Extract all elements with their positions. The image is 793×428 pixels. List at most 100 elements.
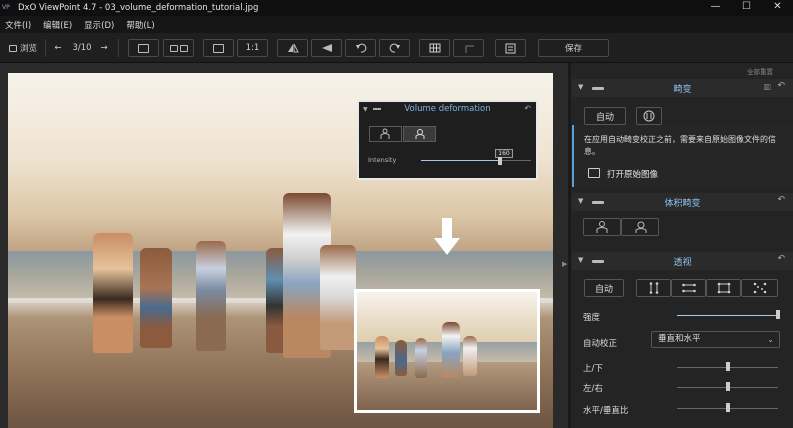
- spherical-deformation-button[interactable]: [403, 126, 436, 142]
- perspective-section-header[interactable]: ▼ 透视 ↶: [572, 252, 793, 270]
- image-counter: 3/10: [72, 43, 92, 53]
- panel-scrollbar[interactable]: [568, 63, 571, 428]
- vertical-lines-icon: [649, 282, 658, 294]
- browse-button[interactable]: 浏览: [5, 39, 41, 57]
- compare-icon: [138, 43, 149, 53]
- lens-icon: [643, 110, 655, 122]
- corrected-preview-inset: [354, 289, 540, 413]
- rotate-right-icon: [389, 43, 400, 53]
- open-original-link[interactable]: 打开原始图像: [607, 168, 658, 180]
- menu-bar: 文件(I) 编辑(E) 显示(D) 帮助(L): [0, 16, 793, 33]
- distortion-info-text: 在应用自动畸变校正之前，需要来自原始图像文件的信息。: [584, 135, 776, 156]
- intensity-slider-thumb[interactable]: [498, 157, 503, 165]
- strength-slider-thumb[interactable]: [776, 310, 780, 319]
- horizontal-lines-button[interactable]: [671, 279, 706, 297]
- window-title: DxO ViewPoint 4.7 - 03_volume_deformatio…: [18, 3, 259, 13]
- hv-ratio-slider-thumb[interactable]: [725, 403, 730, 412]
- perspective-auto-button[interactable]: 自动: [584, 279, 624, 297]
- next-image-button[interactable]: →: [97, 39, 111, 57]
- split-view-icon: [169, 44, 178, 52]
- lens-auto-button[interactable]: [636, 107, 662, 125]
- left-right-slider-thumb[interactable]: [725, 382, 730, 391]
- eight-points-icon: [753, 282, 766, 294]
- strength-slider[interactable]: [677, 315, 778, 316]
- spherical-button[interactable]: [621, 218, 659, 236]
- up-down-label: 上/下: [583, 364, 603, 374]
- auto-correct-value: 垂直和水平: [658, 334, 701, 344]
- perspective-section-title: 透视: [673, 258, 692, 268]
- person-cylinder-icon: [380, 128, 390, 139]
- menu-edit[interactable]: 编辑(E): [43, 19, 72, 31]
- folder-icon: [8, 44, 17, 52]
- distortion-section-title: 畸变: [673, 85, 692, 95]
- app-logo-icon: VP: [2, 4, 10, 11]
- overlay-title: Volume deformation: [404, 104, 491, 114]
- up-down-slider-thumb[interactable]: [725, 362, 730, 371]
- split-view-button[interactable]: [163, 39, 194, 57]
- undo-icon[interactable]: ↶: [777, 81, 785, 91]
- menu-help[interactable]: 帮助(L): [126, 19, 154, 31]
- folder-icon: [588, 168, 600, 178]
- strength-label: 强度: [583, 313, 601, 323]
- image-canvas[interactable]: ▼ Volume deformation ↶ Intensity 160: [0, 63, 568, 428]
- person-cylinder-icon: [596, 221, 608, 233]
- auto-correct-label: 自动校正: [583, 339, 618, 349]
- horizontal-lines-icon: [681, 283, 696, 293]
- export-settings-button[interactable]: [495, 39, 526, 57]
- chevron-down-icon: ⌄: [767, 335, 774, 344]
- hv-ratio-label: 水平/垂直比: [583, 406, 629, 416]
- distortion-info-box: 在应用自动畸变校正之前，需要来自原始图像文件的信息。 打开原始图像: [572, 125, 793, 187]
- compare-view-button[interactable]: [128, 39, 159, 57]
- panel-toggle-arrow-icon[interactable]: ▶: [562, 260, 567, 268]
- reset-all-button[interactable]: 全部重置: [747, 66, 773, 76]
- zoom-1-1-button[interactable]: 1:1: [237, 39, 268, 57]
- rotate-left-button[interactable]: [345, 39, 376, 57]
- vertical-lines-button[interactable]: [636, 279, 671, 297]
- menu-view[interactable]: 显示(D): [84, 19, 114, 31]
- distortion-auto-button[interactable]: 自动: [584, 107, 626, 125]
- rectangle-button[interactable]: [706, 279, 741, 297]
- prev-image-button[interactable]: ←: [51, 39, 65, 57]
- left-right-label: 左/右: [583, 384, 603, 394]
- rectangle-icon: [717, 282, 730, 294]
- split-view-icon-2: [179, 44, 188, 52]
- crop-icon: [465, 45, 474, 53]
- toolbar: 浏览 ← 3/10 → 1:1 保存 ⤢: [0, 33, 793, 87]
- undo-icon[interactable]: ↶: [777, 254, 785, 264]
- auto-correct-select[interactable]: 垂直和水平 ⌄: [651, 331, 780, 348]
- arrow-down-icon: [434, 218, 460, 255]
- fit-icon: [213, 43, 224, 53]
- undo-icon[interactable]: ↶: [777, 195, 785, 205]
- undo-icon[interactable]: ↶: [524, 104, 531, 113]
- perspective-icon: [321, 44, 332, 52]
- flip-icon: [287, 43, 299, 53]
- person-sphere-icon: [635, 221, 647, 233]
- distortion-section-header[interactable]: ▼ 畸变 ▥ ↶: [572, 79, 793, 97]
- crop-button[interactable]: [453, 39, 484, 57]
- volume-deformation-section-header[interactable]: ▼ 体积畸变 ↶: [572, 193, 793, 211]
- rotate-left-icon: [355, 43, 366, 53]
- flip-horizontal-button[interactable]: [277, 39, 308, 57]
- volume-deformation-overlay: ▼ Volume deformation ↶ Intensity 160: [357, 100, 538, 180]
- browse-label: 浏览: [19, 44, 37, 54]
- rotate-right-button[interactable]: [379, 39, 410, 57]
- settings-doc-icon: [505, 43, 515, 53]
- menu-file[interactable]: 文件(I): [5, 19, 31, 31]
- cylindrical-deformation-button[interactable]: [369, 126, 402, 142]
- save-button[interactable]: 保存: [538, 39, 609, 57]
- perspective-button[interactable]: [311, 39, 342, 57]
- close-button[interactable]: ✕: [762, 0, 793, 16]
- intensity-label: Intensity: [368, 156, 397, 164]
- person-sphere-icon: [415, 129, 425, 139]
- eight-points-button[interactable]: [741, 279, 778, 297]
- minimize-button[interactable]: —: [700, 0, 731, 16]
- intensity-slider-fill: [421, 160, 501, 161]
- grid-button[interactable]: [419, 39, 450, 57]
- volume-deformation-section-title: 体积畸变: [664, 199, 701, 209]
- title-bar: VP DxO ViewPoint 4.7 - 03_volume_deforma…: [0, 0, 793, 16]
- maximize-button[interactable]: ☐: [731, 0, 762, 16]
- grid-icon: [429, 43, 440, 53]
- trash-icon[interactable]: ▥: [763, 82, 771, 91]
- cylindrical-button[interactable]: [583, 218, 621, 236]
- fit-to-screen-button[interactable]: [203, 39, 234, 57]
